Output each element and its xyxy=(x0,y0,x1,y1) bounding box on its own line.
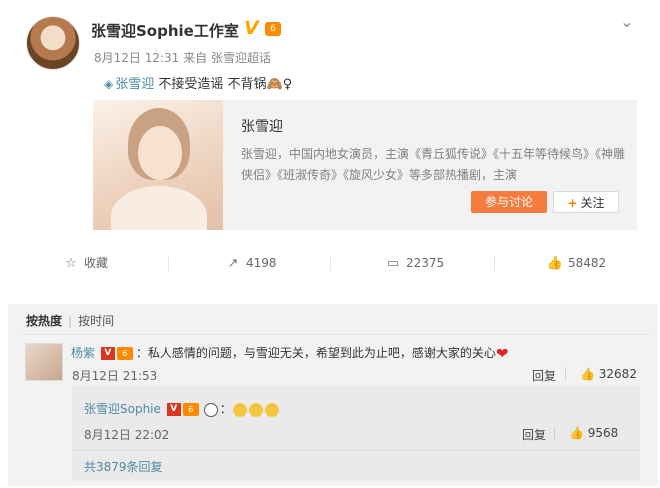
v-badge-icon: V xyxy=(166,403,181,416)
level-badge-icon: 6 xyxy=(116,347,133,360)
level-badge-icon: 6 xyxy=(182,403,199,416)
weibo-post: 张雪迎Sophie工作室 V 6 ⌄ 8月12日 12:31 来自 张雪迎超话 … xyxy=(0,0,660,292)
comment-sort: 按热度 | 按时间 xyxy=(26,314,115,328)
comment-text: ：私人感情的问题，与雪迎无关，希望到此为止吧，感谢大家的关心 xyxy=(135,346,496,360)
heart-icon: ❤ xyxy=(495,344,509,363)
like-count: 58482 xyxy=(568,256,607,270)
plus-icon: + xyxy=(567,196,578,210)
reply-button[interactable]: 回复 xyxy=(522,426,546,443)
comment-button[interactable]: ▭ 22375 xyxy=(384,246,444,280)
vip-level-icon: 6 xyxy=(265,22,281,36)
action-bar: ☆ 收藏 ↗ 4198 ▭ 22375 👍 58482 xyxy=(0,246,660,280)
thumbs-up-icon: 👍 xyxy=(569,426,584,440)
comment-text-line: 杨紫 V 6 ：私人感情的问题，与雪迎无关，希望到此为止吧，感谢大家的关心❤ xyxy=(71,344,508,363)
action-divider xyxy=(494,255,495,271)
card-thumbnail xyxy=(93,100,223,230)
follow-label: 关注 xyxy=(580,196,605,210)
sort-by-hot-tab[interactable]: 按热度 xyxy=(26,314,62,328)
post-text: 不接受造谣 不背锅 xyxy=(154,77,267,92)
post-author[interactable]: 张雪迎Sophie工作室 xyxy=(91,20,239,41)
comment-count: 22375 xyxy=(406,256,445,270)
reply-date: 8月12日 22:02 xyxy=(84,428,170,442)
post-meta: 8月12日 12:31 来自 张雪迎超话 xyxy=(94,49,271,66)
divider xyxy=(565,367,566,381)
divider xyxy=(554,427,555,441)
crying-emoji-icon xyxy=(264,402,279,417)
reply-like-count: 9568 xyxy=(587,426,619,440)
reply-colon: ： xyxy=(219,402,232,416)
post-source[interactable]: 来自 张雪迎超话 xyxy=(183,51,271,65)
crying-emoji-icon xyxy=(248,402,263,417)
post-body: ◈ 张雪迎 不接受造谣 不背锅🙈♀ xyxy=(104,73,292,92)
crying-emoji-icon xyxy=(232,402,247,417)
thumbs-up-icon: 👍 xyxy=(580,367,595,381)
star-icon: ☆ xyxy=(65,256,77,271)
comment-date: 8月12日 21:53 xyxy=(72,369,158,383)
repost-icon: ↗ xyxy=(227,256,239,271)
repost-count: 4198 xyxy=(246,256,277,270)
card-description: 张雪迎，中国内地女演员，主演《青丘狐传说》《十五年等待候鸟》《神雕侠侣》《班淑传… xyxy=(241,147,626,182)
favorite-button[interactable]: ☆ 收藏 xyxy=(62,246,108,280)
join-discussion-button[interactable]: 参与讨论 xyxy=(471,191,547,213)
reply-text-line: 张雪迎Sophie V 6 ： xyxy=(84,400,280,417)
comment-like-button[interactable]: 👍 32682 xyxy=(580,367,637,381)
panda-emoji-icon xyxy=(203,402,218,417)
reply-button[interactable]: 回复 xyxy=(532,367,556,384)
chevron-down-icon[interactable]: ⌄ xyxy=(620,12,633,31)
comment-like-count: 32682 xyxy=(598,367,637,381)
comments-panel: 按热度 | 按时间 杨紫 V 6 ：私人感情的问题，与雪迎无关，希望到此为止吧，感谢大家… xyxy=(8,304,658,486)
divider xyxy=(72,450,640,451)
super-topic-link[interactable]: 张雪迎 xyxy=(115,77,154,92)
thumbs-up-icon: 👍 xyxy=(546,256,564,271)
super-topic-icon: ◈ xyxy=(104,77,114,91)
commenter-avatar[interactable] xyxy=(25,343,63,381)
comment-icon: ▭ xyxy=(386,256,400,271)
commenter-name[interactable]: 杨紫 xyxy=(71,346,95,360)
v-badge-icon: V xyxy=(100,347,115,360)
reply-author[interactable]: 张雪迎Sophie xyxy=(84,402,161,416)
reply-like-button[interactable]: 👍 9568 xyxy=(569,426,618,440)
post-emoji-icons: 🙈♀ xyxy=(266,77,293,92)
divider xyxy=(22,334,650,335)
card-title[interactable]: 张雪迎 xyxy=(241,116,283,136)
favorite-label: 收藏 xyxy=(84,256,109,270)
view-all-replies-link[interactable]: 共3879条回复 xyxy=(84,458,163,475)
action-divider xyxy=(330,255,331,271)
repost-button[interactable]: ↗ 4198 xyxy=(224,246,277,280)
post-time: 8月12日 12:31 xyxy=(94,51,180,65)
topic-card[interactable]: 张雪迎 张雪迎，中国内地女演员，主演《青丘狐传说》《十五年等待候鸟》《神雕侠侣》… xyxy=(93,100,637,230)
author-avatar[interactable] xyxy=(26,16,80,70)
reply-thread: 张雪迎Sophie V 6 ： 8月12日 22:02 回复 👍 9568 共387… xyxy=(72,386,640,481)
action-divider xyxy=(168,255,169,271)
like-button[interactable]: 👍 58482 xyxy=(546,246,606,280)
sort-by-time-tab[interactable]: 按时间 xyxy=(78,314,114,328)
follow-button[interactable]: + 关注 xyxy=(553,191,619,213)
verified-v-icon: V xyxy=(244,17,259,39)
